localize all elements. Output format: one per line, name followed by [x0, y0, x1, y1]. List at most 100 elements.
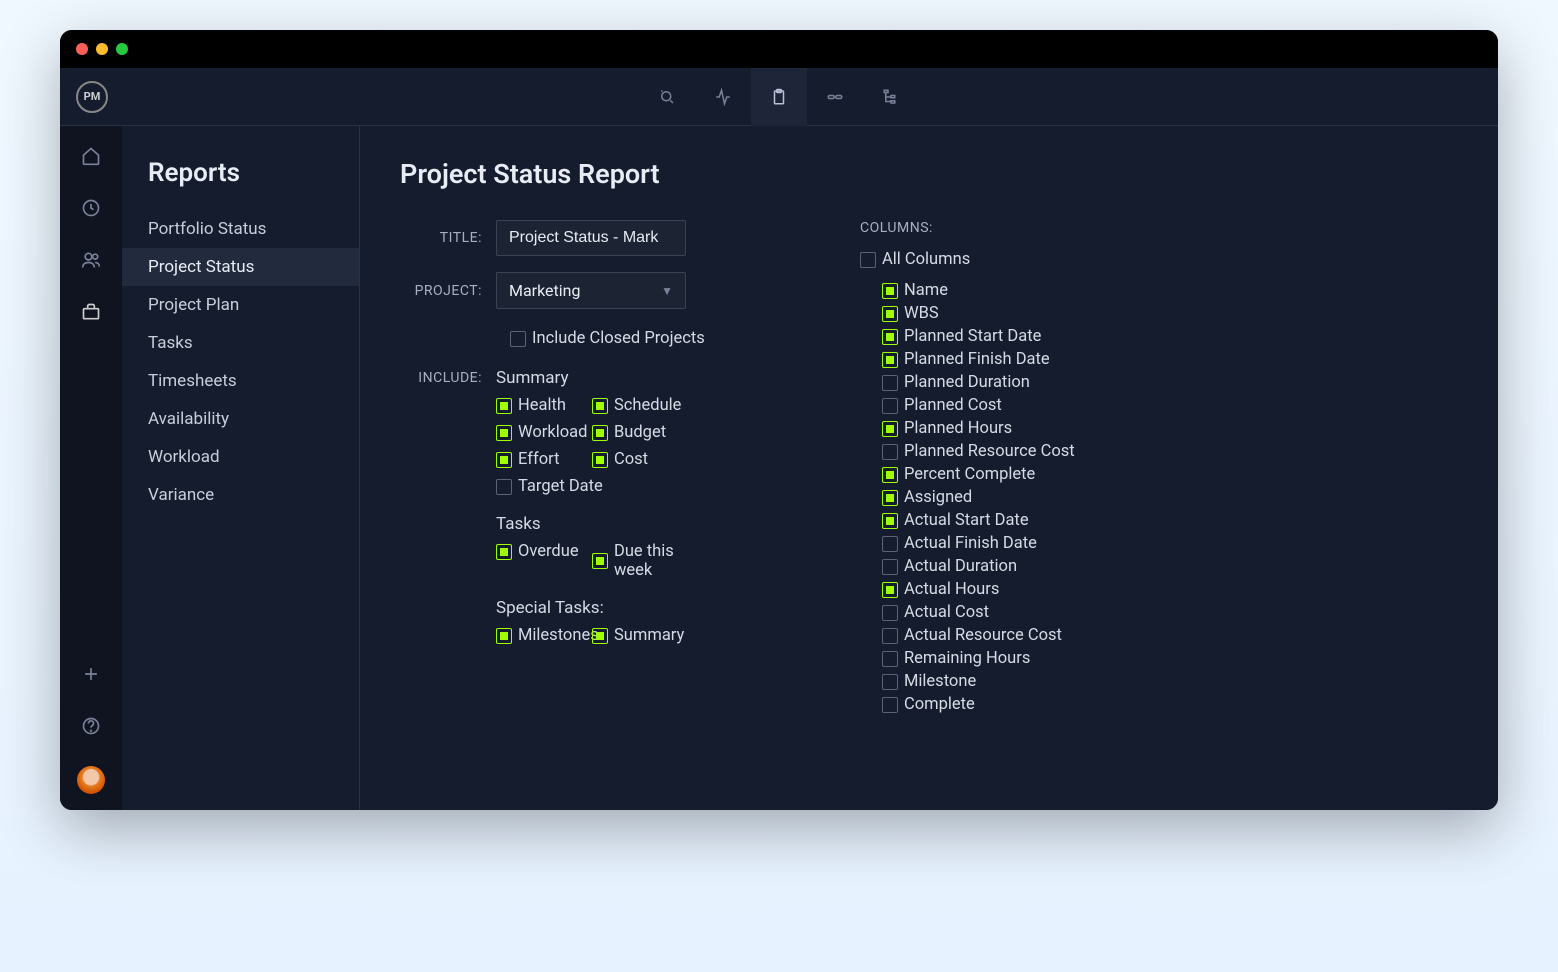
column-planned-resource-cost[interactable]: Planned Resource Cost: [882, 442, 1458, 461]
title-input[interactable]: [496, 220, 686, 256]
column-actual-hours[interactable]: Actual Hours: [882, 580, 1458, 599]
tab-activity[interactable]: [695, 68, 751, 126]
checkbox-icon: [882, 674, 898, 690]
checkbox-icon: [882, 375, 898, 391]
sidebar-item-project-plan[interactable]: Project Plan: [122, 286, 359, 324]
column-assigned[interactable]: Assigned: [882, 488, 1458, 507]
project-select[interactable]: Marketing ▼: [496, 272, 686, 309]
tab-search[interactable]: [639, 68, 695, 126]
clock-icon: [81, 198, 101, 218]
column-planned-cost[interactable]: Planned Cost: [882, 396, 1458, 415]
project-label: PROJECT:: [400, 283, 496, 299]
app-logo[interactable]: PM: [76, 81, 108, 113]
include-closed-checkbox[interactable]: Include Closed Projects: [510, 329, 705, 348]
column-planned-finish-date[interactable]: Planned Finish Date: [882, 350, 1458, 369]
checkbox-icon: [496, 544, 512, 560]
include-summary-target-date[interactable]: Target Date: [496, 477, 676, 496]
column-actual-duration[interactable]: Actual Duration: [882, 557, 1458, 576]
include-tasks-overdue[interactable]: Overdue: [496, 542, 592, 561]
checkbox-icon: [882, 490, 898, 506]
checkbox-icon: [592, 452, 608, 468]
link-icon: [826, 88, 844, 106]
tab-tree[interactable]: [863, 68, 919, 126]
sidebar-item-availability[interactable]: Availability: [122, 400, 359, 438]
checkbox-icon: [496, 628, 512, 644]
app-window: PM: [60, 30, 1498, 810]
columns-label: COLUMNS:: [860, 220, 1458, 236]
sidebar-title: Reports: [122, 158, 359, 210]
column-percent-complete[interactable]: Percent Complete: [882, 465, 1458, 484]
app-body: Reports Portfolio StatusProject StatusPr…: [60, 126, 1498, 810]
nav-add[interactable]: [79, 662, 103, 686]
home-icon: [81, 146, 101, 166]
tree-icon: [882, 88, 900, 106]
checkbox-icon: [882, 283, 898, 299]
include-special-milestones[interactable]: Milestones: [496, 626, 592, 645]
checkbox-icon: [592, 553, 608, 569]
checkbox-icon: [496, 425, 512, 441]
include-summary-health[interactable]: Health: [496, 396, 592, 415]
nav-recent[interactable]: [79, 196, 103, 220]
include-summary-schedule[interactable]: Schedule: [592, 396, 688, 415]
checkbox-icon: [882, 306, 898, 322]
column-actual-start-date[interactable]: Actual Start Date: [882, 511, 1458, 530]
checkbox-icon: [882, 628, 898, 644]
include-label: INCLUDE:: [400, 368, 496, 386]
top-view-tabs: [639, 68, 919, 126]
tab-link[interactable]: [807, 68, 863, 126]
column-actual-resource-cost[interactable]: Actual Resource Cost: [882, 626, 1458, 645]
sidebar-item-workload[interactable]: Workload: [122, 438, 359, 476]
checkbox-icon: [496, 452, 512, 468]
include-summary-cost[interactable]: Cost: [592, 450, 688, 469]
tab-clipboard[interactable]: [751, 68, 807, 126]
plus-icon: [81, 664, 101, 684]
column-planned-start-date[interactable]: Planned Start Date: [882, 327, 1458, 346]
nav-team[interactable]: [79, 248, 103, 272]
column-actual-finish-date[interactable]: Actual Finish Date: [882, 534, 1458, 553]
all-columns-checkbox[interactable]: All Columns: [860, 250, 1458, 269]
sidebar-item-portfolio-status[interactable]: Portfolio Status: [122, 210, 359, 248]
left-rail: [60, 126, 122, 810]
page-title: Project Status Report: [400, 158, 1458, 190]
special-tasks-heading: Special Tasks:: [496, 598, 780, 618]
sidebar-item-project-status[interactable]: Project Status: [122, 248, 359, 286]
column-actual-cost[interactable]: Actual Cost: [882, 603, 1458, 622]
column-name[interactable]: Name: [882, 281, 1458, 300]
checkbox-icon: [882, 329, 898, 345]
sidebar-item-variance[interactable]: Variance: [122, 476, 359, 514]
summary-heading: Summary: [496, 368, 780, 388]
briefcase-icon: [81, 302, 101, 322]
checkbox-icon: [592, 628, 608, 644]
user-avatar[interactable]: [77, 766, 105, 794]
window-maximize-button[interactable]: [116, 43, 128, 55]
checkbox-icon: [882, 467, 898, 483]
column-planned-hours[interactable]: Planned Hours: [882, 419, 1458, 438]
clipboard-icon: [770, 88, 788, 106]
checkbox-icon: [882, 444, 898, 460]
checkbox-icon: [882, 352, 898, 368]
include-summary-effort[interactable]: Effort: [496, 450, 592, 469]
column-wbs[interactable]: WBS: [882, 304, 1458, 323]
nav-home[interactable]: [79, 144, 103, 168]
column-planned-duration[interactable]: Planned Duration: [882, 373, 1458, 392]
include-summary-budget[interactable]: Budget: [592, 423, 688, 442]
checkbox-icon: [882, 582, 898, 598]
activity-icon: [714, 88, 732, 106]
include-tasks-due-this-week[interactable]: Due this week: [592, 542, 688, 580]
include-special-summary[interactable]: Summary: [592, 626, 688, 645]
window-close-button[interactable]: [76, 43, 88, 55]
column-complete[interactable]: Complete: [882, 695, 1458, 714]
checkbox-icon: [882, 398, 898, 414]
checkbox-icon: [592, 425, 608, 441]
column-milestone[interactable]: Milestone: [882, 672, 1458, 691]
nav-help[interactable]: [79, 714, 103, 738]
sidebar-item-tasks[interactable]: Tasks: [122, 324, 359, 362]
checkbox-icon: [882, 559, 898, 575]
include-summary-workload[interactable]: Workload: [496, 423, 592, 442]
checkbox-icon: [882, 536, 898, 552]
checkbox-icon: [882, 421, 898, 437]
nav-portfolio[interactable]: [79, 300, 103, 324]
column-remaining-hours[interactable]: Remaining Hours: [882, 649, 1458, 668]
window-minimize-button[interactable]: [96, 43, 108, 55]
sidebar-item-timesheets[interactable]: Timesheets: [122, 362, 359, 400]
